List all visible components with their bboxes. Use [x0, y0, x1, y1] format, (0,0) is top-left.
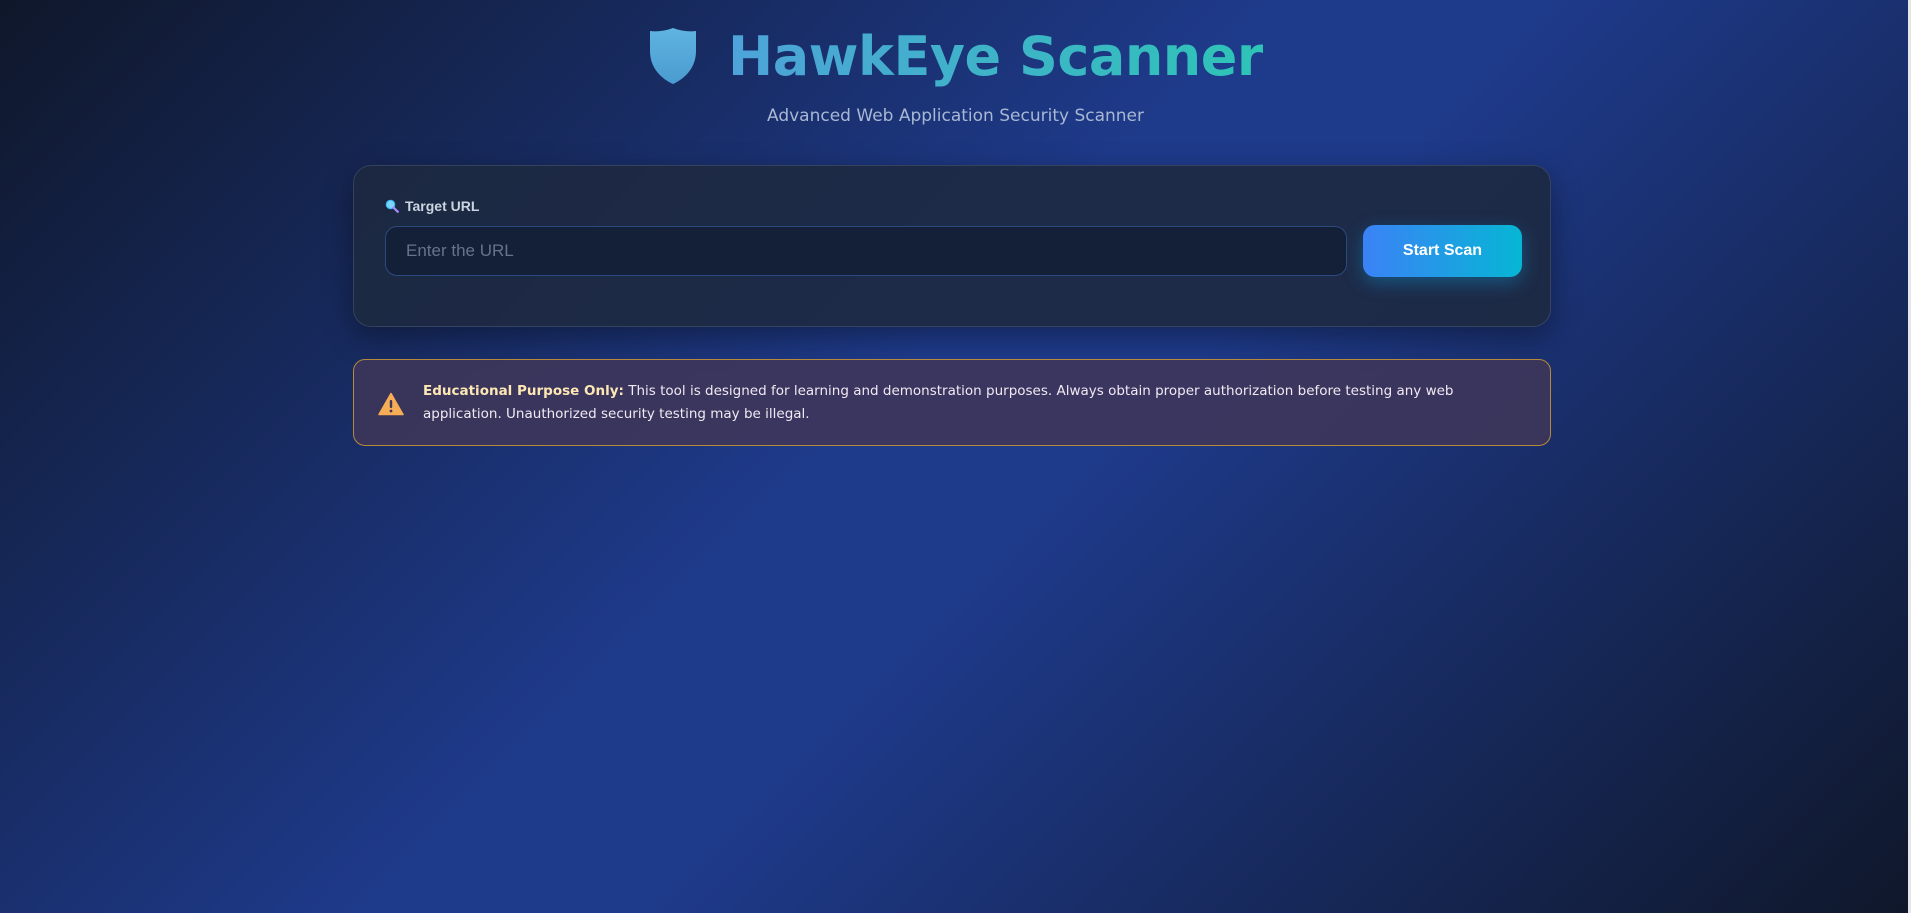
shield-icon	[650, 28, 697, 84]
start-scan-button[interactable]: Start Scan	[1363, 225, 1522, 277]
notice-text: Educational Purpose Only: This tool is d…	[423, 380, 1526, 426]
scan-form-card: Target URL Start Scan	[353, 165, 1551, 327]
educational-notice: Educational Purpose Only: This tool is d…	[353, 359, 1551, 446]
url-input[interactable]	[385, 226, 1347, 276]
target-url-label: Target URL	[385, 198, 479, 214]
page-subtitle: Advanced Web Application Security Scanne…	[767, 106, 1144, 126]
warning-icon	[378, 392, 404, 415]
notice-heading: Educational Purpose Only:	[423, 382, 624, 399]
title-row: HawkEye Scanner	[0, 20, 1911, 92]
magnifier-icon	[385, 199, 399, 213]
page-header: HawkEye Scanner Advanced Web Application…	[0, 20, 1911, 126]
target-url-label-text: Target URL	[405, 198, 480, 214]
page-title: HawkEye Scanner	[728, 24, 1263, 88]
